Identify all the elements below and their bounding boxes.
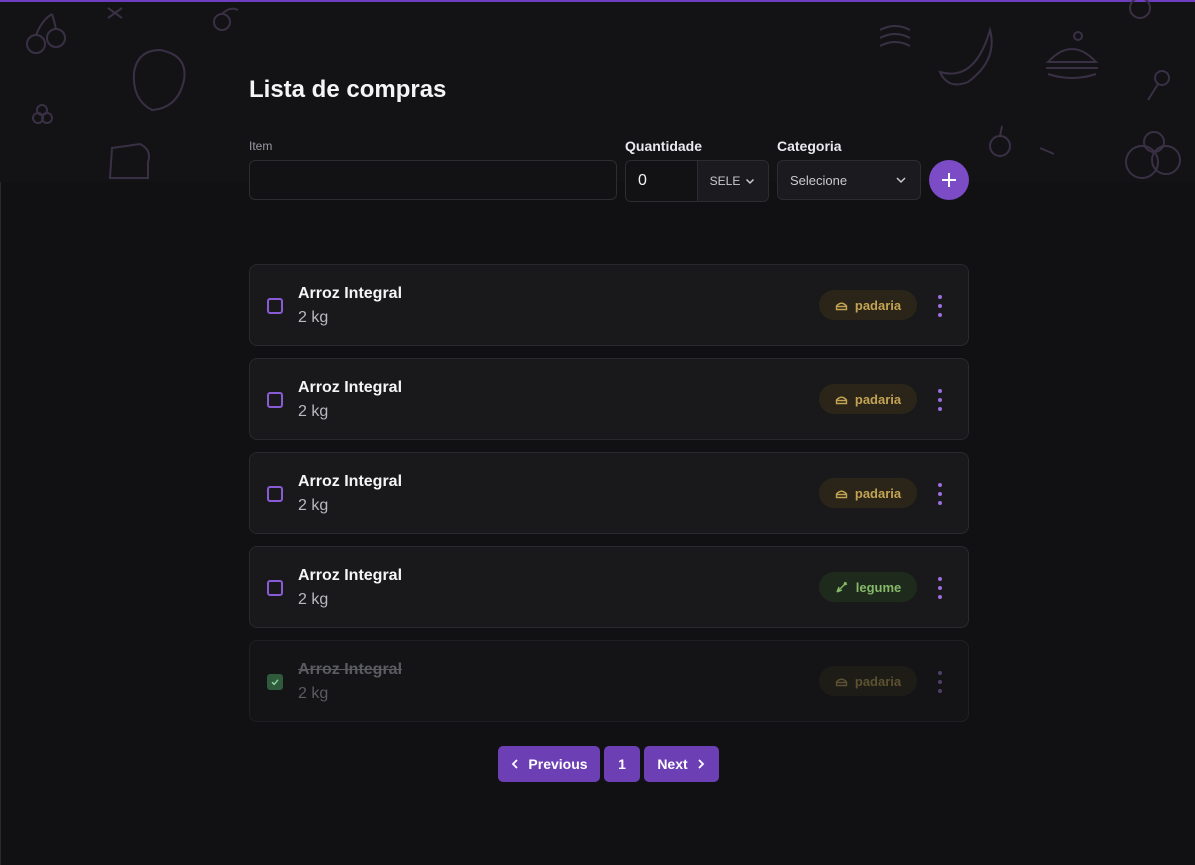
category-badge: padaria xyxy=(819,290,917,320)
item-quantity: 2 kg xyxy=(298,685,329,702)
page-number-button[interactable]: 1 xyxy=(604,746,640,782)
chevron-down-icon xyxy=(746,178,755,185)
add-item-button[interactable] xyxy=(929,160,969,200)
category-badge-label: padaria xyxy=(854,297,902,313)
quantity-input[interactable]: 0 xyxy=(626,161,697,201)
more-options-icon[interactable] xyxy=(936,577,944,599)
item-quantity: 2 kg xyxy=(298,591,329,608)
category-select[interactable]: Selecione xyxy=(777,160,921,200)
previous-page-button[interactable]: Previous xyxy=(498,746,600,782)
list-item-completed: Arroz Integral 2 kg padaria xyxy=(249,640,969,722)
more-options-icon[interactable] xyxy=(936,483,944,505)
category-label: Categoria xyxy=(777,138,842,154)
category-badge: padaria xyxy=(819,666,917,696)
item-name: Arroz Integral xyxy=(298,567,403,584)
more-options-icon[interactable] xyxy=(936,671,944,693)
category-badge-label: padaria xyxy=(854,391,902,407)
item-name: Arroz Integral xyxy=(298,285,403,302)
item-name: Arroz Integral xyxy=(298,661,403,678)
item-quantity: 2 kg xyxy=(298,309,329,326)
more-options-icon[interactable] xyxy=(936,389,944,411)
category-select-value: Selecione xyxy=(790,172,848,188)
item-checkbox[interactable] xyxy=(267,580,283,596)
next-page-button[interactable]: Next xyxy=(644,746,719,782)
bread-icon xyxy=(835,302,848,310)
list-item: Arroz Integral 2 kg padaria xyxy=(249,264,969,346)
bread-icon xyxy=(835,396,848,404)
bread-icon xyxy=(835,678,848,686)
category-badge: legume xyxy=(819,572,917,602)
item-name: Arroz Integral xyxy=(298,379,403,396)
item-checkbox[interactable] xyxy=(267,486,283,502)
item-checkbox[interactable] xyxy=(267,298,283,314)
check-icon xyxy=(271,679,279,686)
page-title: Lista de compras xyxy=(249,76,447,103)
unit-select[interactable]: SELE xyxy=(697,161,768,201)
unit-select-value: SELE xyxy=(709,174,741,188)
category-badge-label: padaria xyxy=(854,673,902,689)
item-quantity: 2 kg xyxy=(298,497,329,514)
chevron-left-icon xyxy=(512,759,519,769)
quantity-group: 0 SELE xyxy=(625,160,769,202)
item-name: Arroz Integral xyxy=(298,473,403,490)
list-item: Arroz Integral 2 kg legume xyxy=(249,546,969,628)
plus-icon xyxy=(942,173,956,187)
list-item: Arroz Integral 2 kg padaria xyxy=(249,452,969,534)
item-checkbox[interactable] xyxy=(267,392,283,408)
quantity-label: Quantidade xyxy=(625,138,703,154)
item-label: Item xyxy=(249,139,273,153)
carrot-icon xyxy=(836,581,847,593)
previous-label: Previous xyxy=(528,756,588,772)
list-item: Arroz Integral 2 kg padaria xyxy=(249,358,969,440)
category-badge: padaria xyxy=(819,478,917,508)
bread-icon xyxy=(835,490,848,498)
item-quantity: 2 kg xyxy=(298,403,329,420)
chevron-right-icon xyxy=(698,759,704,769)
category-badge: padaria xyxy=(819,384,917,414)
item-checkbox-checked[interactable] xyxy=(267,674,283,690)
chevron-down-icon xyxy=(896,177,906,184)
category-badge-label: legume xyxy=(855,579,902,595)
item-input[interactable] xyxy=(249,160,617,200)
next-label: Next xyxy=(657,756,688,772)
category-badge-label: padaria xyxy=(854,485,902,501)
page-number-label: 1 xyxy=(618,756,626,772)
header-background xyxy=(0,2,1195,182)
more-options-icon[interactable] xyxy=(936,295,944,317)
